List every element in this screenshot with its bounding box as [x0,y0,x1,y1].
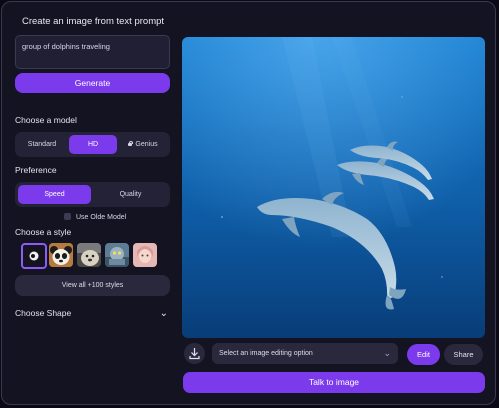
edit-button[interactable]: Edit [407,344,440,365]
model-option-genius-label: Genius [135,141,158,148]
chevron-down-icon: ⌄ [383,348,391,358]
app-window: Create an image from text prompt group o… [1,1,496,405]
robot-icon [105,243,129,267]
generated-image [182,37,485,338]
preference-label: Preference [15,165,57,175]
model-option-genius[interactable]: Genius [119,135,167,154]
prompt-input[interactable]: group of dolphins traveling [15,35,170,69]
image-edit-select[interactable]: Select an image editing option ⌄ [212,343,398,364]
talk-to-image-button[interactable]: Talk to image [183,372,485,393]
model-option-standard[interactable]: Standard [18,135,66,154]
share-button[interactable]: Share [444,344,483,365]
style-thumbnail-panda[interactable] [49,243,73,267]
spiral-icon [29,251,39,261]
style-label: Choose a style [15,227,72,237]
use-olde-model-label: Use Olde Model [76,214,127,221]
style-thumbnail-robot[interactable] [105,243,129,267]
model-label: Choose a model [15,115,77,125]
checkbox-icon [64,213,71,220]
preference-selector: Speed Quality [15,182,170,207]
preference-option-speed[interactable]: Speed [18,185,91,204]
preference-option-quality[interactable]: Quality [94,185,167,204]
chevron-down-icon: ⌄ [159,308,168,319]
image-edit-select-placeholder: Select an image editing option [219,350,313,357]
download-button[interactable] [184,343,205,364]
choose-shape-label: Choose Shape [15,308,72,318]
style-thumbnail-selected[interactable] [21,243,47,269]
portrait-icon [133,243,157,267]
style-thumbnail-bear[interactable] [77,243,101,267]
choose-shape-toggle[interactable]: Choose Shape ⌄ [15,308,168,319]
download-icon [189,348,200,360]
dolphins-image [182,37,485,338]
model-selector: Standard HD Genius [15,132,170,157]
style-thumbnail-portrait[interactable] [133,243,157,267]
view-all-styles-button[interactable]: View all +100 styles [15,275,170,296]
panda-icon [49,243,73,267]
generate-button[interactable]: Generate [15,73,170,93]
lock-icon [128,140,133,146]
model-option-hd[interactable]: HD [69,135,117,154]
use-olde-model-checkbox[interactable]: Use Olde Model [64,213,126,221]
page-title: Create an image from text prompt [22,16,165,27]
bear-icon [77,243,101,267]
